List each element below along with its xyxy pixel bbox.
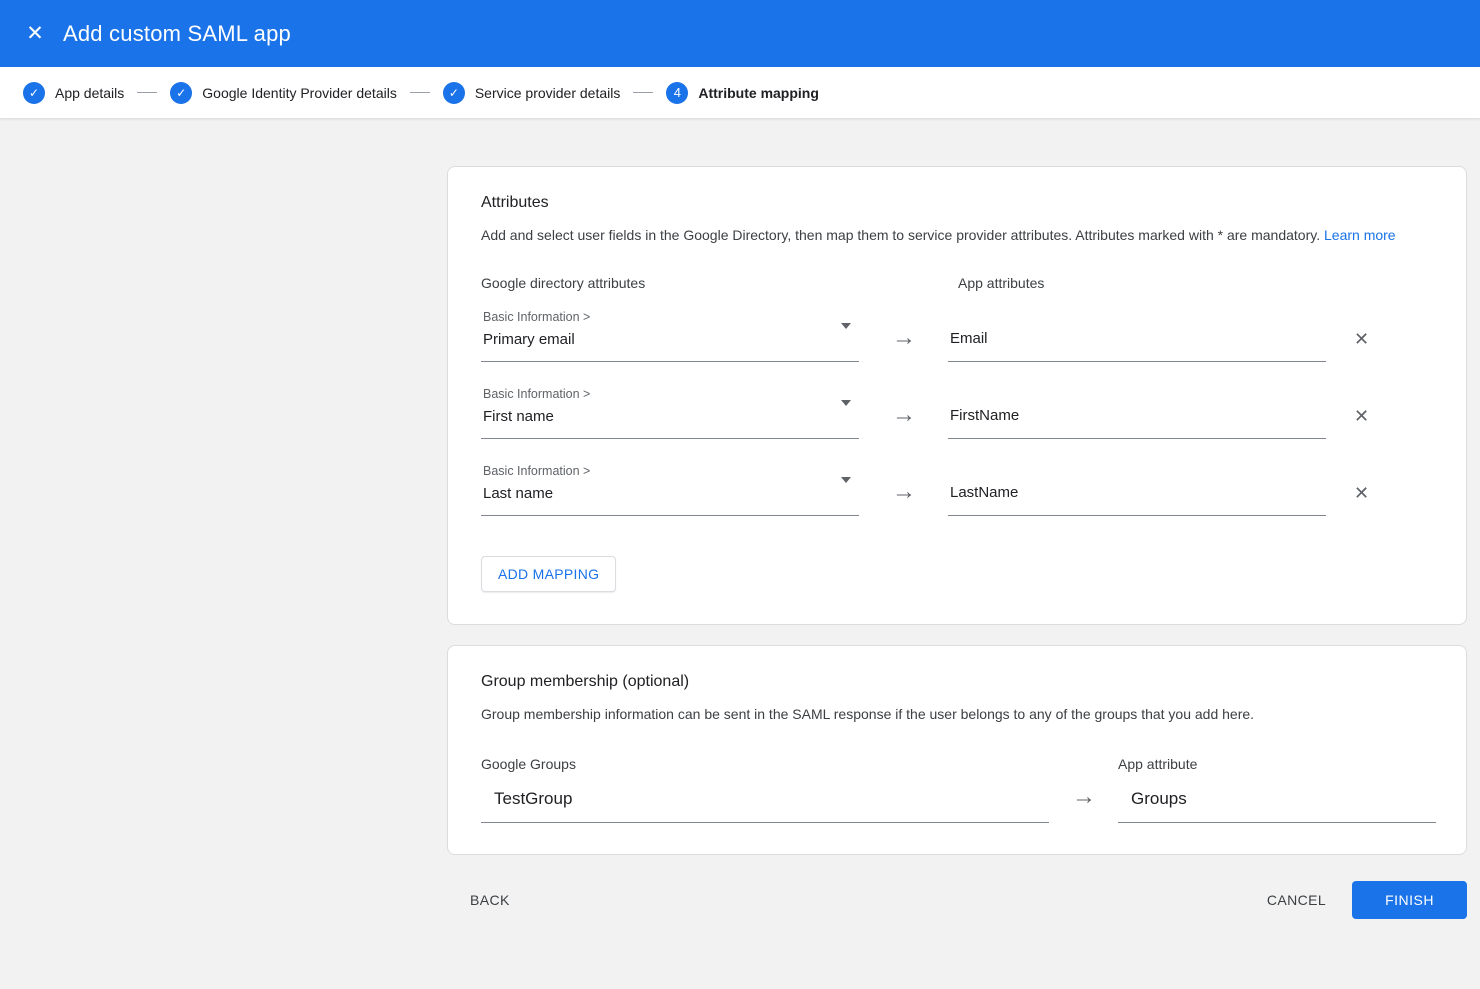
- group-app-attribute-input[interactable]: [1118, 789, 1436, 823]
- step-attribute-mapping[interactable]: 4 Attribute mapping: [666, 82, 819, 104]
- step-google-idp-details[interactable]: ✓ Google Identity Provider details: [170, 82, 397, 104]
- app-attribute-input[interactable]: [948, 330, 1326, 362]
- directory-attribute-select[interactable]: Basic Information > First name: [481, 385, 859, 439]
- attributes-description-text: Add and select user fields in the Google…: [481, 227, 1320, 243]
- page-title: Add custom SAML app: [63, 21, 291, 47]
- wizard-footer: BACK CANCEL FINISH: [447, 881, 1467, 919]
- attributes-card-title: Attributes: [481, 194, 1434, 212]
- arrow-right-icon: →: [892, 403, 916, 427]
- arrow-right-icon: →: [1072, 785, 1096, 809]
- attributes-card: Attributes Add and select user fields in…: [447, 166, 1467, 625]
- group-membership-card: Group membership (optional) Group member…: [447, 645, 1467, 854]
- learn-more-link[interactable]: Learn more: [1324, 227, 1396, 243]
- select-value: Primary email: [483, 331, 575, 348]
- group-card-description: Group membership information can be sent…: [481, 704, 1434, 724]
- add-mapping-button[interactable]: ADD MAPPING: [481, 556, 616, 592]
- step-label: App details: [55, 85, 124, 101]
- step-number-badge: 4: [666, 82, 688, 104]
- back-button[interactable]: BACK: [458, 882, 522, 918]
- step-app-details[interactable]: ✓ App details: [23, 82, 124, 104]
- step-label: Service provider details: [475, 85, 621, 101]
- check-icon: ✓: [23, 82, 45, 104]
- select-category-label: Basic Information >: [483, 464, 859, 478]
- column-headers: Google directory attributes App attribut…: [481, 275, 1434, 291]
- chevron-down-icon: [841, 400, 851, 406]
- select-category-label: Basic Information >: [483, 310, 859, 324]
- step-connector: [410, 92, 430, 93]
- remove-mapping-icon[interactable]: ✕: [1354, 406, 1369, 427]
- finish-button[interactable]: FINISH: [1352, 881, 1467, 919]
- select-value: First name: [483, 408, 554, 425]
- group-card-title: Group membership (optional): [481, 673, 1434, 691]
- google-groups-header: Google Groups: [481, 756, 1049, 772]
- app-attribute-header: App attribute: [1118, 756, 1436, 772]
- footer-right-actions: CANCEL FINISH: [1255, 881, 1467, 919]
- directory-attribute-select[interactable]: Basic Information > Primary email: [481, 308, 859, 362]
- remove-mapping-icon[interactable]: ✕: [1354, 483, 1369, 504]
- app-attribute-input[interactable]: [948, 484, 1326, 516]
- remove-mapping-icon[interactable]: ✕: [1354, 329, 1369, 350]
- step-service-provider-details[interactable]: ✓ Service provider details: [443, 82, 621, 104]
- cancel-button[interactable]: CANCEL: [1255, 882, 1338, 918]
- arrow-right-icon: →: [892, 326, 916, 350]
- group-mapping-row: Google Groups → App attribute: [481, 756, 1434, 823]
- select-category-label: Basic Information >: [483, 387, 859, 401]
- chevron-down-icon: [841, 323, 851, 329]
- step-connector: [137, 92, 157, 93]
- app-attribute-column: App attribute: [1118, 756, 1436, 823]
- select-value: Last name: [483, 485, 553, 502]
- mapping-row: Basic Information > Last name → ✕: [481, 462, 1434, 516]
- chevron-down-icon: [841, 477, 851, 483]
- app-attribute-input[interactable]: [948, 407, 1326, 439]
- app-attributes-header: App attributes: [958, 275, 1044, 291]
- step-connector: [633, 92, 653, 93]
- mapping-row: Basic Information > Primary email → ✕: [481, 308, 1434, 362]
- check-icon: ✓: [170, 82, 192, 104]
- stepper: ✓ App details ✓ Google Identity Provider…: [0, 67, 1480, 119]
- main-content: Attributes Add and select user fields in…: [447, 166, 1467, 919]
- dialog-header: ✕ Add custom SAML app: [0, 0, 1480, 67]
- google-groups-input[interactable]: [481, 789, 1049, 823]
- step-label: Attribute mapping: [698, 85, 819, 101]
- mapping-rows: Basic Information > Primary email → ✕ Ba…: [481, 308, 1434, 516]
- arrow-right-icon: →: [892, 480, 916, 504]
- directory-attribute-select[interactable]: Basic Information > Last name: [481, 462, 859, 516]
- mapping-row: Basic Information > First name → ✕: [481, 385, 1434, 439]
- step-label: Google Identity Provider details: [202, 85, 397, 101]
- check-icon: ✓: [443, 82, 465, 104]
- directory-attributes-header: Google directory attributes: [481, 275, 958, 291]
- google-groups-column: Google Groups: [481, 756, 1049, 823]
- attributes-card-description: Add and select user fields in the Google…: [481, 225, 1434, 245]
- close-icon[interactable]: ✕: [21, 20, 49, 48]
